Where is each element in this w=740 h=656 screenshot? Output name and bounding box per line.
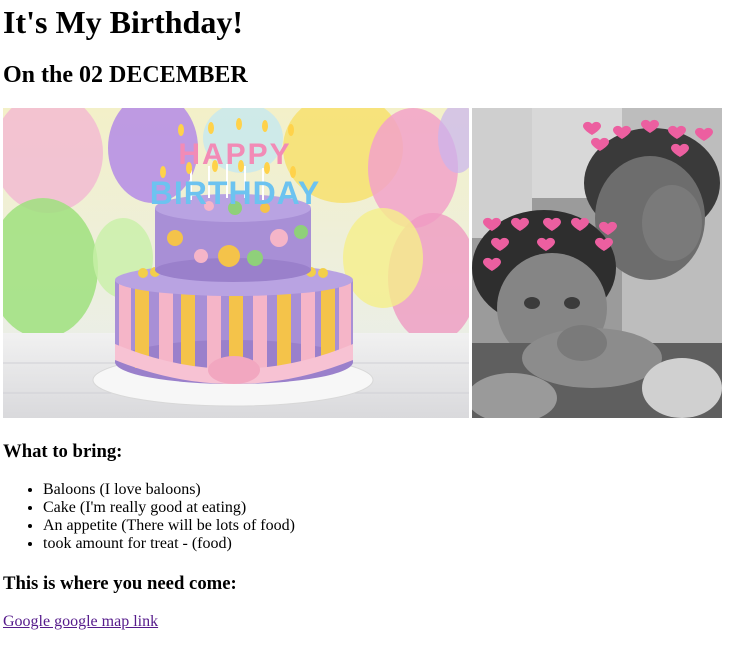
list-item: Baloons (I love baloons) [43, 481, 295, 499]
bring-list: Baloons (I love baloons) Cake (I'm reall… [3, 481, 295, 553]
list-item: took amount for treat - (food) [43, 535, 295, 553]
location-heading: This is where you need come: [3, 573, 237, 594]
list-item: Cake (I'm really good at eating) [43, 499, 295, 517]
what-to-bring-heading: What to bring: [3, 441, 123, 462]
list-item: An appetite (There will be lots of food) [43, 517, 295, 535]
family-photo-image [472, 108, 722, 418]
cake-happy-text: HAPPY [178, 138, 291, 171]
birthday-cake-image: HAPPY BIRTHDAY [3, 108, 469, 418]
google-map-link[interactable]: Google google map link [3, 612, 158, 632]
cake-birthday-text: BIRTHDAY [150, 175, 320, 211]
page-title: It's My Birthday! [3, 4, 243, 40]
page-subtitle: On the 02 DECEMBER [3, 62, 248, 88]
